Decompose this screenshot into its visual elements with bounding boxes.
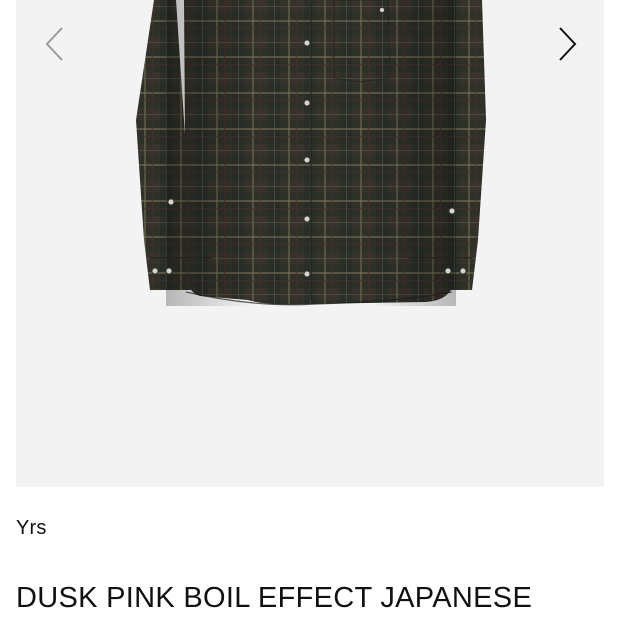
product-page: Yrs DUSK PINK BOIL EFFECT JAPANESE [0,0,620,620]
chevron-left-icon [45,27,63,61]
chevron-right-icon [559,27,577,61]
brand-link[interactable]: Yrs [16,517,47,540]
product-title: DUSK PINK BOIL EFFECT JAPANESE [16,582,533,614]
product-image[interactable] [16,0,604,487]
gallery-prev-button[interactable] [32,22,76,66]
product-image-gallery[interactable] [16,0,604,487]
gallery-next-button[interactable] [546,22,590,66]
